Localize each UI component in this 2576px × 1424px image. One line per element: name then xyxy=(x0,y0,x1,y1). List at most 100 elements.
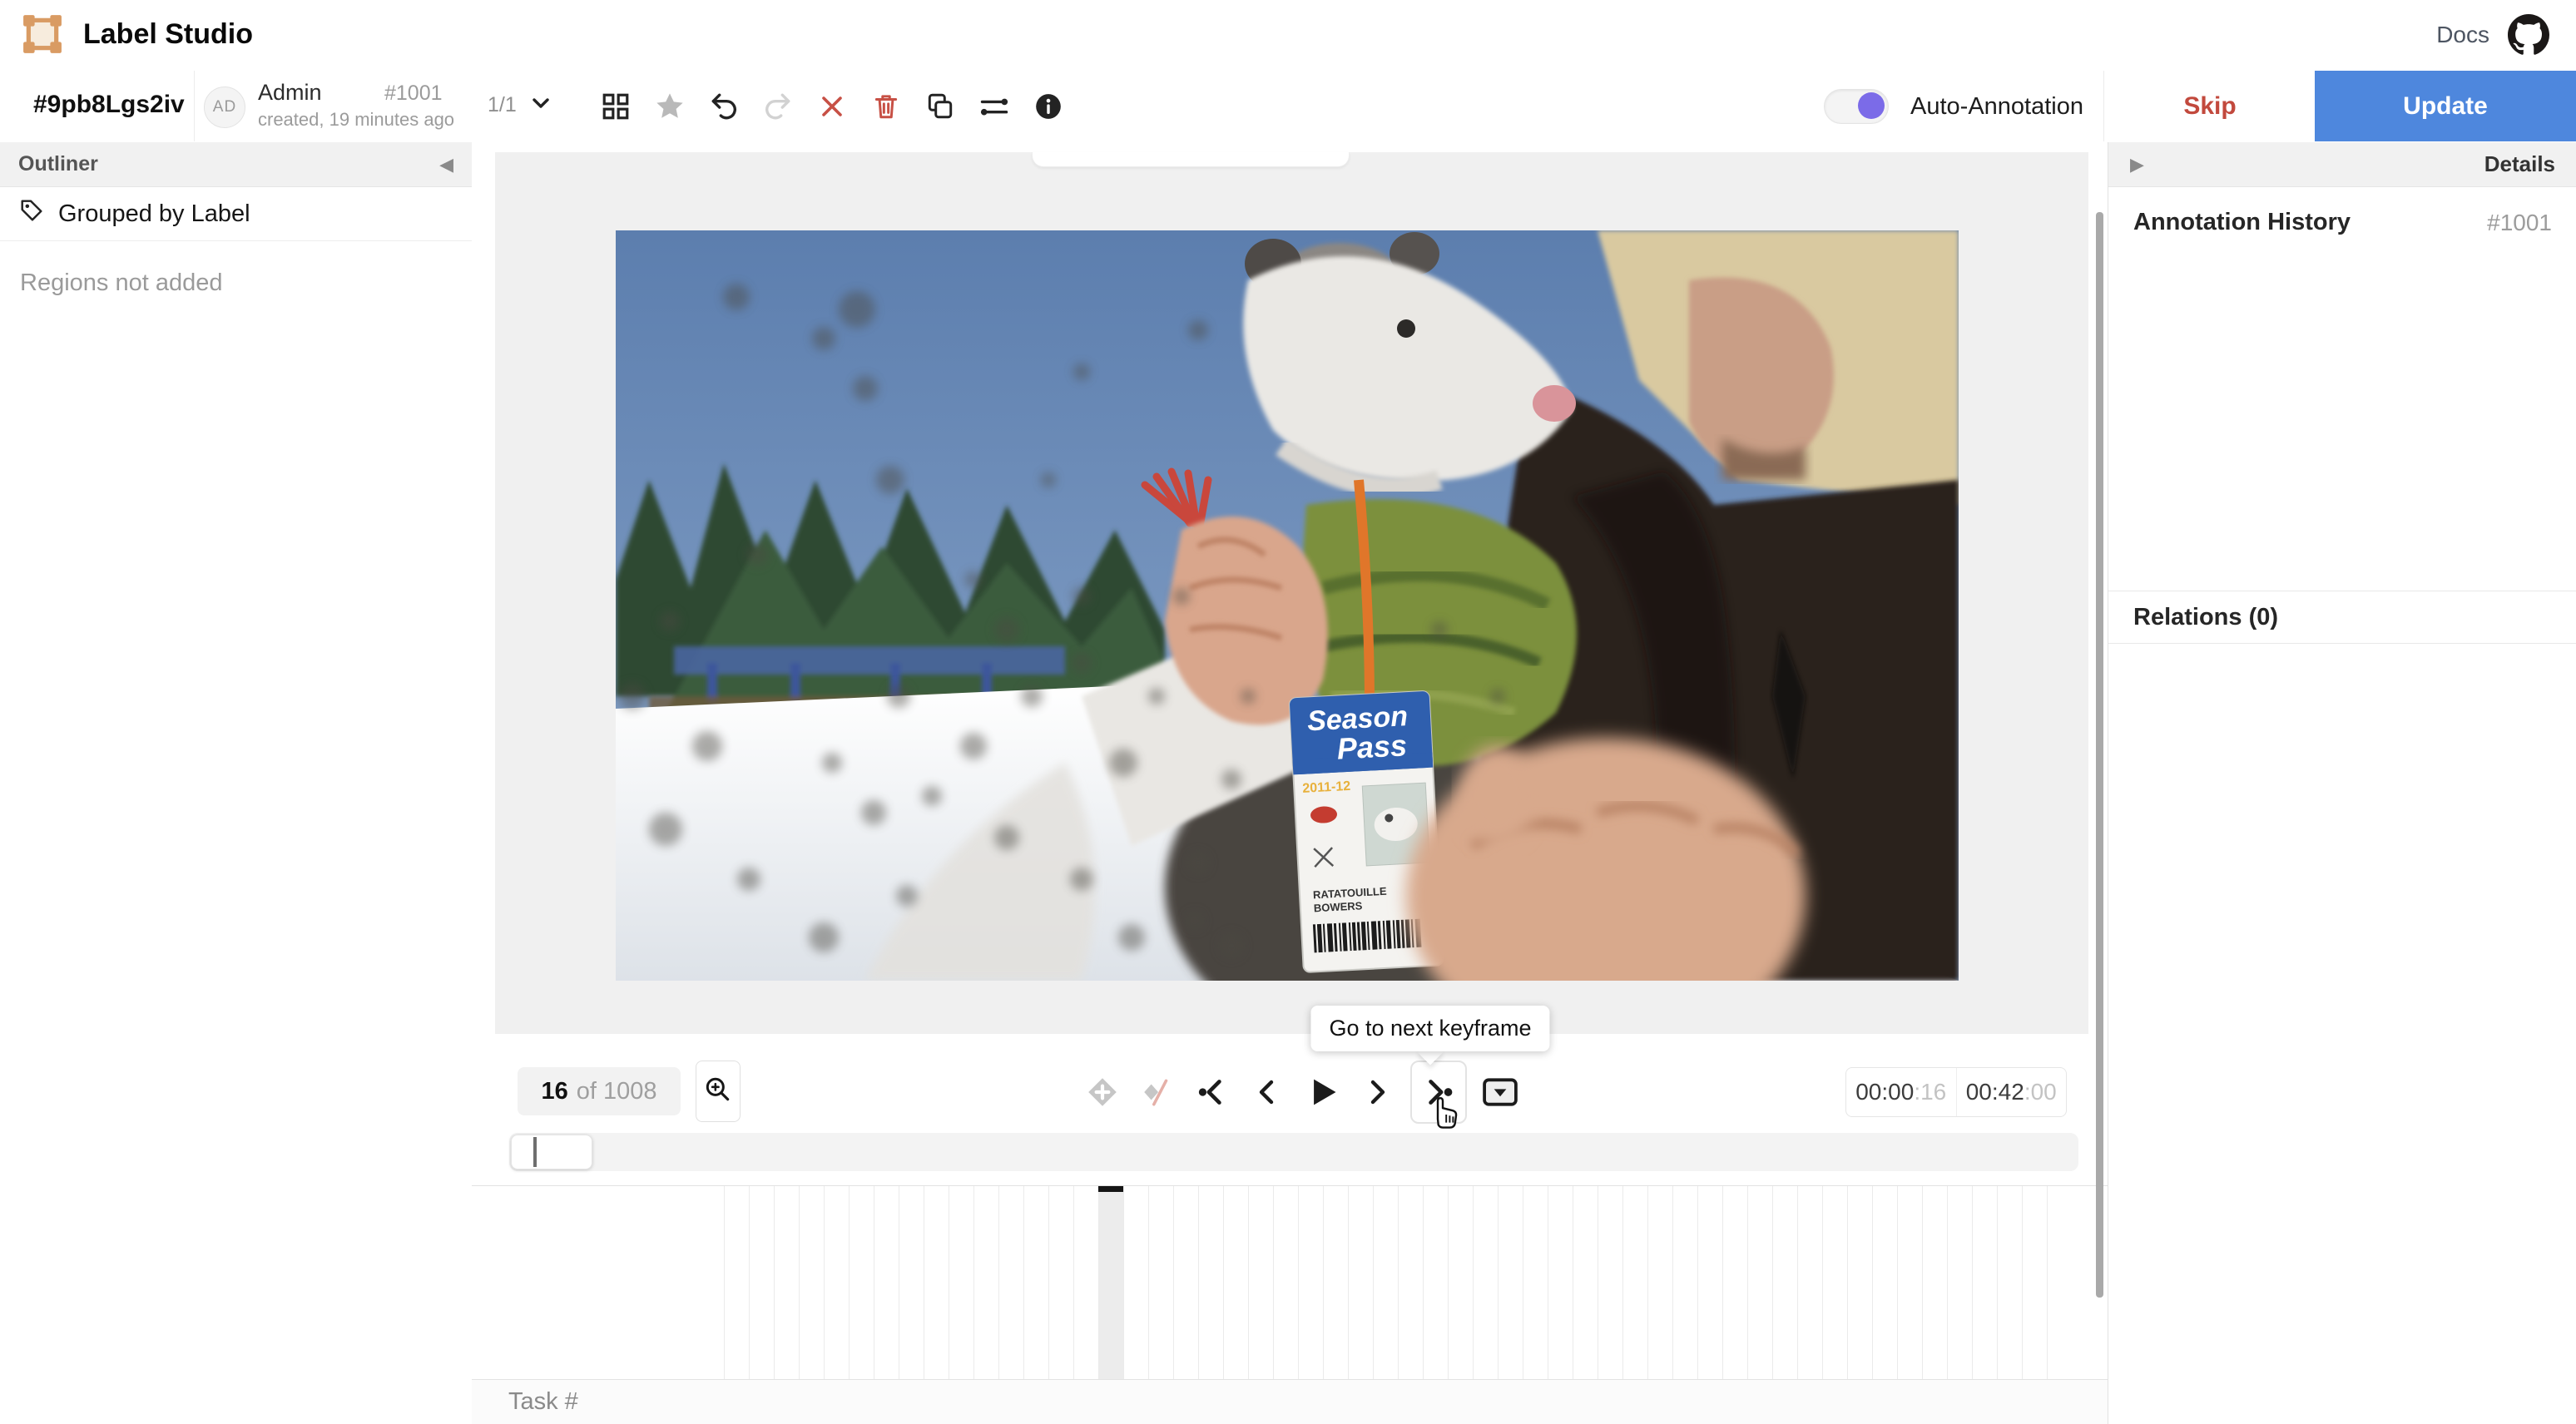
timeline-frame-cell[interactable] xyxy=(924,1186,949,1380)
timeline-frame-cell[interactable] xyxy=(949,1186,973,1380)
minimap-handle[interactable] xyxy=(511,1135,592,1169)
outliner-title: Outliner xyxy=(18,152,98,176)
timeline-frame-cell[interactable] xyxy=(1772,1186,1797,1380)
timeline-frame-cell[interactable] xyxy=(1398,1186,1423,1380)
timeline-frame-cell[interactable] xyxy=(2022,1186,2047,1380)
timeline-frame-cell[interactable] xyxy=(1647,1186,1672,1380)
timeline-frame-cell[interactable] xyxy=(874,1186,899,1380)
timeline-frame-cell[interactable] xyxy=(1697,1186,1722,1380)
docs-link[interactable]: Docs xyxy=(2436,22,2489,48)
timeline-frame-cell[interactable] xyxy=(1722,1186,1747,1380)
timeline-frame-cell[interactable] xyxy=(1073,1186,1098,1380)
timeline-frame-cell[interactable] xyxy=(1947,1186,1972,1380)
timeline-frame-cell[interactable] xyxy=(1173,1186,1198,1380)
timeline-frame-cell[interactable] xyxy=(1473,1186,1498,1380)
play-button[interactable] xyxy=(1300,1063,1344,1121)
timeline-frame-cell[interactable] xyxy=(1298,1186,1323,1380)
frame-counter[interactable]: 16 of 1008 xyxy=(518,1067,681,1115)
timeline-frame-cell[interactable] xyxy=(724,1186,749,1380)
timeline-minimap[interactable] xyxy=(509,1133,2078,1171)
update-button[interactable]: Update xyxy=(2315,71,2576,141)
timeline-frame-cell[interactable] xyxy=(1198,1186,1223,1380)
settings-icon[interactable] xyxy=(968,80,1021,133)
timeline-frame-cell[interactable] xyxy=(1922,1186,1947,1380)
expand-right-icon[interactable]: ▶ xyxy=(2130,154,2144,176)
timeline-frame-cell[interactable] xyxy=(1023,1186,1048,1380)
redo-icon[interactable] xyxy=(751,80,805,133)
timeline-frame-cell[interactable] xyxy=(1847,1186,1872,1380)
timeline-frame-cell[interactable] xyxy=(1123,1186,1148,1380)
annotation-toolbar: #9pb8Lgs2iv AD Admin #1001 created, 19 m… xyxy=(0,71,2576,143)
github-icon[interactable] xyxy=(2508,14,2549,56)
badge-name2: BOWERS xyxy=(1313,899,1363,914)
timeline-frame-cell[interactable] xyxy=(1747,1186,1772,1380)
timeline-frame-cell[interactable] xyxy=(1423,1186,1448,1380)
timeline-frame-cell[interactable] xyxy=(1822,1186,1847,1380)
prev-keyframe-button[interactable] xyxy=(1191,1063,1234,1121)
undo-icon[interactable] xyxy=(697,80,751,133)
timeline-frame-cell[interactable] xyxy=(1373,1186,1398,1380)
timeline-frame-cell[interactable] xyxy=(1997,1186,2022,1380)
delete-icon[interactable] xyxy=(859,80,913,133)
zoom-button[interactable] xyxy=(696,1061,741,1122)
timeline-frame-cell[interactable] xyxy=(1872,1186,1897,1380)
time-display: 00:00:16 00:42:00 xyxy=(1845,1067,2067,1117)
next-frame-button[interactable] xyxy=(1355,1063,1399,1121)
timeline-frame-cell[interactable] xyxy=(1672,1186,1697,1380)
timeline-frame-cell[interactable] xyxy=(1448,1186,1473,1380)
timeline-frame-cell[interactable] xyxy=(1548,1186,1573,1380)
timeline-collapse-button[interactable] xyxy=(1479,1063,1522,1121)
timeline-frame-cell[interactable] xyxy=(973,1186,998,1380)
timeline-frame-cell[interactable] xyxy=(799,1186,824,1380)
minimap-position-marker xyxy=(533,1137,537,1167)
timeline-frame-cell[interactable] xyxy=(774,1186,799,1380)
info-icon[interactable] xyxy=(1022,80,1075,133)
timeline-frame-cell[interactable] xyxy=(1972,1186,1997,1380)
timeline-frame-cell[interactable] xyxy=(1348,1186,1373,1380)
grid-view-icon[interactable] xyxy=(589,80,642,133)
avatar[interactable]: AD xyxy=(204,87,245,128)
reset-icon[interactable] xyxy=(805,80,859,133)
timeline-frame-cell[interactable] xyxy=(1797,1186,1822,1380)
timeline-frame-cell[interactable] xyxy=(1498,1186,1523,1380)
duration-time-frames: :00 xyxy=(2024,1079,2057,1105)
timeline-frame-cell[interactable] xyxy=(2047,1186,2072,1380)
timeline-frame-cell[interactable] xyxy=(1573,1186,1598,1380)
timeline-frame-cell[interactable] xyxy=(1273,1186,1298,1380)
timeline-frame-cell[interactable] xyxy=(1248,1186,1273,1380)
position-time: 00:00:16 xyxy=(1846,1068,1956,1116)
skip-button[interactable]: Skip xyxy=(2103,71,2316,141)
task-footer: Task # xyxy=(472,1379,2108,1424)
timeline-frame-cell[interactable] xyxy=(1148,1186,1173,1380)
timeline-frame-cell[interactable] xyxy=(998,1186,1023,1380)
video-frame[interactable]: Season Pass 2011-12 RATATOUILLE BOWERS xyxy=(616,230,1959,981)
timeline-ruler[interactable] xyxy=(472,1185,2108,1380)
magnifier-plus-icon xyxy=(703,1075,733,1109)
timeline-frame-cell[interactable] xyxy=(1897,1186,1922,1380)
timeline-frame-cell[interactable] xyxy=(1048,1186,1073,1380)
annotation-pager-dropdown[interactable]: 1/1 xyxy=(488,91,553,120)
auto-annotation-toggle[interactable] xyxy=(1824,89,1889,124)
timeline-frame-cell[interactable] xyxy=(824,1186,849,1380)
group-by-label-button[interactable]: Grouped by Label xyxy=(0,187,472,241)
timeline-frame-cell[interactable] xyxy=(849,1186,874,1380)
star-icon[interactable] xyxy=(643,80,696,133)
toggle-knob xyxy=(1858,92,1885,119)
timeline-frame-cell[interactable] xyxy=(1223,1186,1248,1380)
timeline-frame-cell[interactable] xyxy=(1323,1186,1348,1380)
timeline-frame-cell[interactable] xyxy=(899,1186,924,1380)
prev-frame-button[interactable] xyxy=(1246,1063,1289,1121)
vertical-scrollbar[interactable] xyxy=(2096,212,2103,1298)
collapse-left-icon[interactable]: ◀ xyxy=(439,154,453,176)
label-studio-logo-icon xyxy=(22,13,63,55)
timeline-frame-cell[interactable] xyxy=(749,1186,774,1380)
label-studio-app: Label Studio Docs #9pb8Lgs2iv AD Admin #… xyxy=(0,0,2576,1424)
relations-section[interactable]: Relations (0) xyxy=(2108,591,2576,644)
timeline-frame-cell[interactable] xyxy=(1523,1186,1548,1380)
keyframe-interpolation-button[interactable] xyxy=(1136,1063,1179,1121)
duplicate-icon[interactable] xyxy=(914,80,967,133)
timeline-frame-cell[interactable] xyxy=(1622,1186,1647,1380)
timeline-frame-cell[interactable] xyxy=(1598,1186,1622,1380)
keyframe-add-button[interactable] xyxy=(1081,1063,1124,1121)
timeline-playhead-frame[interactable] xyxy=(1098,1186,1123,1380)
